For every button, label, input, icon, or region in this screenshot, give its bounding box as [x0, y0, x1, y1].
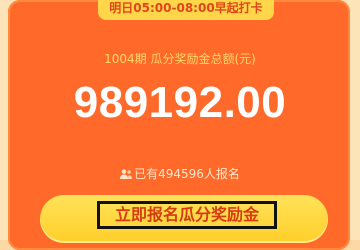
signup-count-text: 已有494596人报名: [134, 167, 240, 181]
checkin-time-tab: 明日05:00-08:00早起打卡: [98, 0, 274, 20]
users-icon: [120, 169, 133, 179]
prize-pool-title: 1004期 瓜分奖励金总额(元): [104, 52, 256, 66]
signup-count: 已有494596人报名: [0, 165, 360, 182]
signup-button-label[interactable]: 立即报名瓜分奖励金: [97, 201, 277, 229]
prize-pool-amount: 989192.00: [73, 78, 287, 127]
checkin-time-label: 明日05:00-08:00早起打卡: [109, 1, 263, 15]
